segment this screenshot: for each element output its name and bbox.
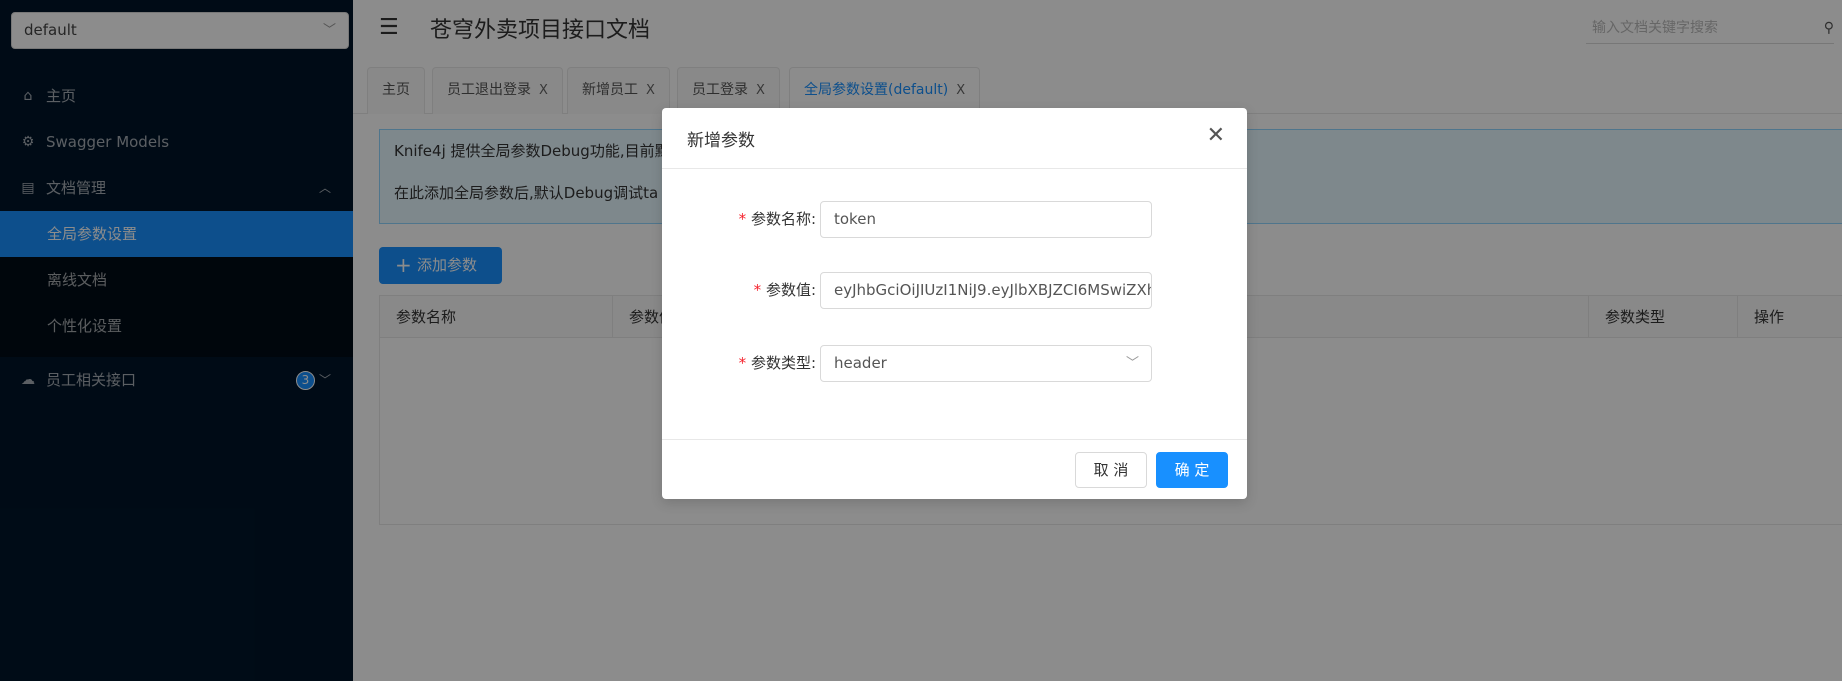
add-param-modal: 新增参数 ✕ * 参数名称: token * 参数值: eyJhbGciOiJIUz… (662, 108, 1247, 499)
param-value-label-text: 参数值: (765, 281, 816, 299)
param-value-input[interactable]: eyJhbGciOiJIUzI1NiJ9.eyJlbXBJZCI6MSwiZXh (820, 272, 1152, 309)
modal-title: 新增参数 (687, 131, 755, 151)
form-row-param-type: * 参数类型: header ﹀ (662, 345, 1247, 382)
required-mark: * (737, 354, 747, 372)
param-name-label-text: 参数名称: (750, 210, 816, 228)
close-icon[interactable]: ✕ (1207, 124, 1225, 148)
param-name-input[interactable]: token (820, 201, 1152, 238)
param-type-select[interactable]: header ﹀ (820, 345, 1152, 382)
modal-footer: 取 消 确 定 (662, 439, 1247, 499)
param-type-value: header (834, 354, 887, 372)
modal-header: 新增参数 ✕ (662, 108, 1247, 169)
param-type-label-text: 参数类型: (750, 354, 816, 372)
form-row-param-name: * 参数名称: token (662, 201, 1247, 238)
param-type-label: * 参数类型: (738, 345, 816, 382)
ok-button[interactable]: 确 定 (1156, 452, 1228, 488)
param-value-label: * 参数值: (753, 272, 816, 309)
form-row-param-value: * 参数值: eyJhbGciOiJIUzI1NiJ9.eyJlbXBJZCI6M… (662, 272, 1247, 309)
chevron-down-icon: ﹀ (1125, 356, 1139, 371)
cancel-button[interactable]: 取 消 (1075, 452, 1147, 488)
required-mark: * (752, 281, 762, 299)
required-mark: * (737, 210, 747, 228)
param-name-label: * 参数名称: (738, 201, 816, 238)
